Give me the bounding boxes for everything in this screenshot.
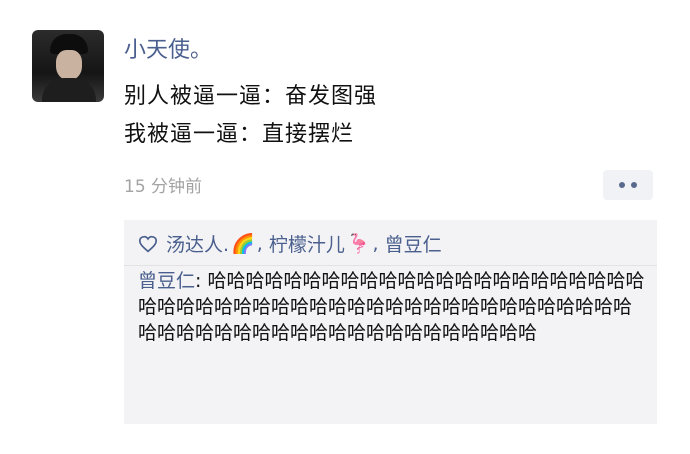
like-user[interactable]: 柠檬汁儿 — [269, 230, 345, 257]
heart-icon — [138, 235, 158, 252]
commenter-name[interactable]: 曾豆仁 — [138, 270, 195, 292]
divider — [124, 265, 657, 266]
dot-icon — [631, 182, 637, 188]
interaction-panel: 汤达人. 🌈 , 柠檬汁儿 🦩 , 曾豆仁 曾豆仁: 哈哈哈哈哈哈哈哈哈哈哈哈哈… — [124, 220, 657, 424]
like-user[interactable]: 汤达人. — [166, 230, 229, 257]
comment-text: 哈哈哈哈哈哈哈哈哈哈哈哈哈哈哈哈哈哈哈哈哈哈哈哈哈哈哈哈哈哈哈哈哈哈哈哈哈哈哈哈… — [138, 270, 645, 344]
author-name[interactable]: 小天使。 — [124, 32, 212, 64]
post-text-line: 别人被逼一逼：奋发图强 — [124, 84, 378, 109]
rainbow-icon: 🌈 — [231, 233, 255, 255]
post-timestamp: 15 分钟前 — [124, 177, 203, 197]
like-user[interactable]: 曾豆仁 — [385, 230, 442, 257]
likes-row: 汤达人. 🌈 , 柠檬汁儿 🦩 , 曾豆仁 — [138, 230, 442, 257]
more-actions-button[interactable] — [603, 170, 653, 200]
comment-colon: : — [195, 270, 208, 292]
separator: , — [256, 232, 263, 255]
dot-icon — [619, 182, 625, 188]
post-text-line: 我被逼一逼：直接摆烂 — [124, 122, 355, 147]
flamingo-icon: 🦩 — [346, 233, 371, 255]
avatar[interactable] — [32, 30, 104, 102]
comment-item[interactable]: 曾豆仁: 哈哈哈哈哈哈哈哈哈哈哈哈哈哈哈哈哈哈哈哈哈哈哈哈哈哈哈哈哈哈哈哈哈哈哈… — [138, 268, 650, 346]
separator: , — [372, 232, 379, 255]
